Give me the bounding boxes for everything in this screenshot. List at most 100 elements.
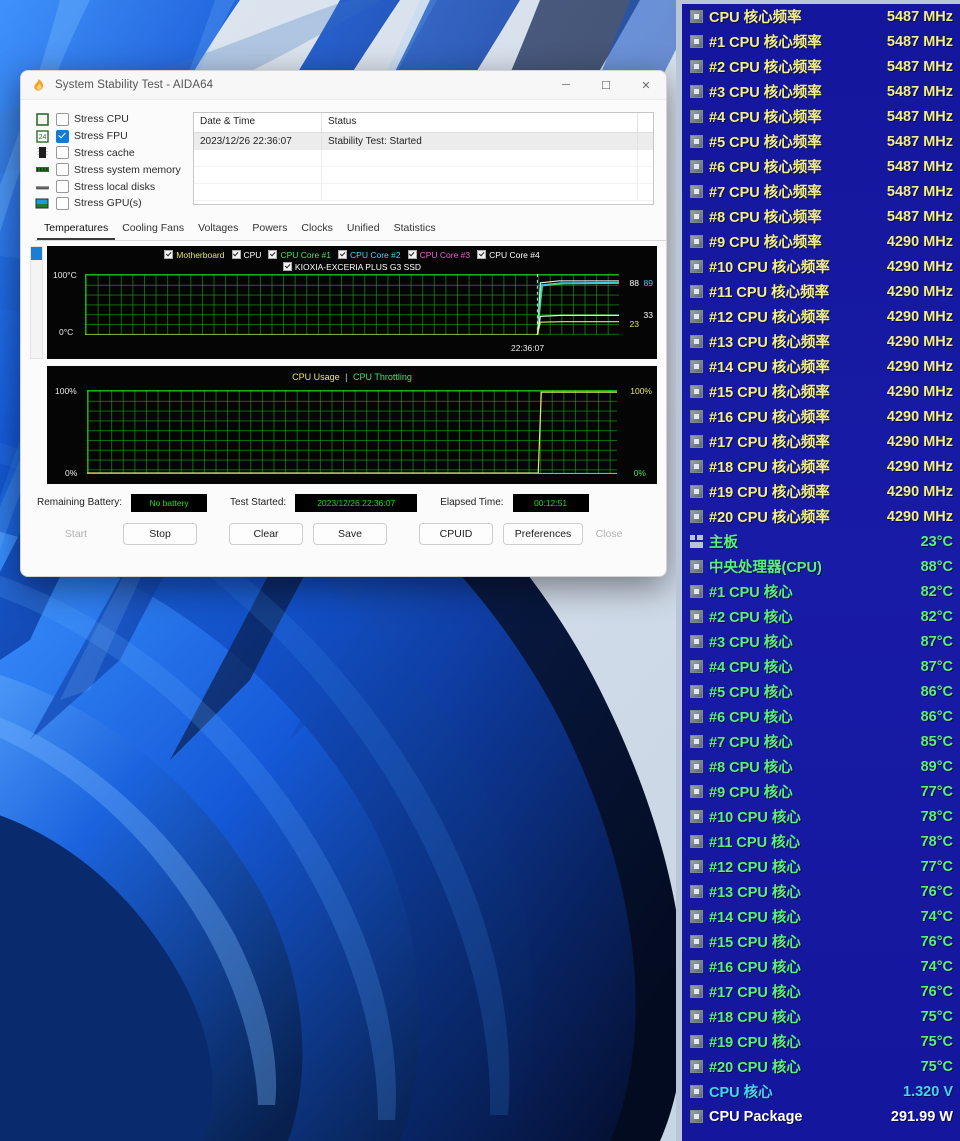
table-row[interactable]: 2023/12/26 22:36:07 Stability Test: Star…	[194, 133, 653, 150]
sensor-row[interactable]: #19 CPU 核心频率 4290 MHz	[682, 479, 960, 504]
sensor-row[interactable]: CPU 核心频率 5487 MHz	[682, 4, 960, 29]
cpu-usage-graph[interactable]: CPU Usage | CPU Throttling 100% 0% 100% …	[47, 365, 657, 484]
sensor-row[interactable]: #12 CPU 核心 77°C	[682, 854, 960, 879]
close-window-button[interactable]: ✕	[626, 71, 666, 99]
sensor-row[interactable]: CPU 核心 1.320 V	[682, 1079, 960, 1104]
stop-button[interactable]: Stop	[123, 522, 197, 545]
sensor-row[interactable]: 中央处理器(CPU) 88°C	[682, 554, 960, 579]
sensor-row[interactable]: #11 CPU 核心频率 4290 MHz	[682, 279, 960, 304]
button-bar[interactable]: Start Stop Clear Save CPUID Preferences …	[21, 512, 666, 545]
sensor-row[interactable]: #14 CPU 核心频率 4290 MHz	[682, 354, 960, 379]
sensor-row[interactable]: #1 CPU 核心 82°C	[682, 579, 960, 604]
tab-cooling-fans[interactable]: Cooling Fans	[115, 220, 191, 240]
sensor-row[interactable]: #6 CPU 核心 86°C	[682, 704, 960, 729]
window-titlebar[interactable]: System Stability Test - AIDA64 ─ ☐ ✕	[21, 71, 666, 100]
sensor-row[interactable]: #15 CPU 核心频率 4290 MHz	[682, 379, 960, 404]
clear-button[interactable]: Clear	[229, 522, 303, 545]
cpuid-button[interactable]: CPUID	[419, 522, 493, 545]
graph-tabs[interactable]: Temperatures Cooling Fans Voltages Power…	[35, 220, 666, 241]
sensor-row[interactable]: #6 CPU 核心频率 5487 MHz	[682, 154, 960, 179]
legend-ssd[interactable]: KIOXIA-EXCERIA PLUS G3 SSD	[282, 262, 421, 272]
sensor-row[interactable]: #13 CPU 核心频率 4290 MHz	[682, 329, 960, 354]
maximize-button[interactable]: ☐	[586, 71, 626, 99]
sensor-row[interactable]: #17 CPU 核心 76°C	[682, 979, 960, 1004]
sensor-row[interactable]: #3 CPU 核心频率 5487 MHz	[682, 79, 960, 104]
sensor-panel[interactable]: CPU 核心频率 5487 MHz #1 CPU 核心频率 5487 MHz #2 CP…	[676, 0, 960, 1141]
sensor-row[interactable]: #5 CPU 核心频率 5487 MHz	[682, 129, 960, 154]
sensor-row[interactable]: #9 CPU 核心 77°C	[682, 779, 960, 804]
temperature-graph[interactable]: Motherboard CPU CPU Core #1 CPU Core #2 …	[47, 245, 657, 359]
sensor-row[interactable]: #18 CPU 核心频率 4290 MHz	[682, 454, 960, 479]
stress-gpu-checkbox[interactable]	[56, 196, 69, 210]
sensor-row[interactable]: #2 CPU 核心 82°C	[682, 604, 960, 629]
graph-scrollbar[interactable]	[30, 245, 43, 359]
stress-disks-checkbox[interactable]	[56, 180, 69, 194]
sensor-row[interactable]: #7 CPU 核心 85°C	[682, 729, 960, 754]
system-stability-test-window[interactable]: System Stability Test - AIDA64 ─ ☐ ✕ Str…	[20, 70, 667, 577]
preferences-button[interactable]: Preferences	[503, 522, 583, 545]
sensor-row[interactable]: #5 CPU 核心 86°C	[682, 679, 960, 704]
graph-scrollbar-thumb[interactable]	[31, 246, 42, 260]
sensor-row[interactable]: #10 CPU 核心 78°C	[682, 804, 960, 829]
legend-checkbox[interactable]	[282, 262, 292, 272]
sensor-rows-container[interactable]: CPU 核心频率 5487 MHz #1 CPU 核心频率 5487 MHz #2 CP…	[682, 4, 960, 1141]
legend-checkbox[interactable]	[338, 250, 348, 260]
legend-checkbox[interactable]	[407, 250, 417, 260]
tab-clocks[interactable]: Clocks	[294, 220, 340, 240]
legend-cpu-core-4[interactable]: CPU Core #4	[477, 250, 540, 260]
stress-options-list[interactable]: Stress CPU 24 Stress FPU Stress cache St…	[21, 111, 185, 212]
sensor-row[interactable]: #15 CPU 核心 76°C	[682, 929, 960, 954]
sensor-row[interactable]: #19 CPU 核心 75°C	[682, 1029, 960, 1054]
sensor-row[interactable]: #1 CPU 核心频率 5487 MHz	[682, 29, 960, 54]
sensor-row[interactable]: #16 CPU 核心频率 4290 MHz	[682, 404, 960, 429]
sensor-row[interactable]: #20 CPU 核心 75°C	[682, 1054, 960, 1079]
sensor-row[interactable]: #2 CPU 核心频率 5487 MHz	[682, 54, 960, 79]
tab-statistics[interactable]: Statistics	[387, 220, 443, 240]
tab-temperatures[interactable]: Temperatures	[37, 220, 116, 240]
temp-graph-legend[interactable]: Motherboard CPU CPU Core #1 CPU Core #2 …	[47, 246, 657, 260]
temp-graph-legend-row2[interactable]: KIOXIA-EXCERIA PLUS G3 SSD	[47, 260, 657, 272]
sensor-row[interactable]: #17 CPU 核心频率 4290 MHz	[682, 429, 960, 454]
stress-memory-checkbox[interactable]	[56, 163, 69, 177]
legend-checkbox[interactable]	[268, 250, 278, 260]
sensor-row[interactable]: #3 CPU 核心 87°C	[682, 629, 960, 654]
sensor-row[interactable]: CPU Package 291.99 W	[682, 1104, 960, 1129]
stress-option-cpu[interactable]: Stress CPU	[35, 111, 185, 128]
sensor-row[interactable]: #20 CPU 核心频率 4290 MHz	[682, 504, 960, 529]
sensor-row[interactable]: #10 CPU 核心频率 4290 MHz	[682, 254, 960, 279]
legend-checkbox[interactable]	[164, 250, 174, 260]
stability-log-table[interactable]: Date & Time Status 2023/12/26 22:36:07 S…	[193, 112, 654, 205]
window-controls[interactable]: ─ ☐ ✕	[546, 71, 666, 99]
sensor-row[interactable]: #14 CPU 核心 74°C	[682, 904, 960, 929]
sensor-row[interactable]: #8 CPU 核心 89°C	[682, 754, 960, 779]
sensor-row[interactable]: #8 CPU 核心频率 5487 MHz	[682, 204, 960, 229]
stress-option-fpu[interactable]: 24 Stress FPU	[35, 128, 185, 145]
sensor-row[interactable]: #13 CPU 核心 76°C	[682, 879, 960, 904]
tab-voltages[interactable]: Voltages	[191, 220, 245, 240]
sensor-row[interactable]: #16 CPU 核心 74°C	[682, 954, 960, 979]
legend-cpu-core-1[interactable]: CPU Core #1	[268, 250, 331, 260]
legend-cpu[interactable]: CPU	[231, 250, 261, 260]
legend-cpu-core-2[interactable]: CPU Core #2	[338, 250, 401, 260]
sensor-row[interactable]: #7 CPU 核心频率 5487 MHz	[682, 179, 960, 204]
stress-option-disks[interactable]: Stress local disks	[35, 178, 185, 195]
tab-unified[interactable]: Unified	[340, 220, 387, 240]
start-button[interactable]: Start	[39, 523, 113, 545]
legend-checkbox[interactable]	[477, 250, 487, 260]
stress-cpu-checkbox[interactable]	[56, 112, 69, 126]
minimize-button[interactable]: ─	[546, 71, 586, 99]
tab-powers[interactable]: Powers	[245, 220, 294, 240]
sensor-row[interactable]: #4 CPU 核心频率 5487 MHz	[682, 104, 960, 129]
stress-option-memory[interactable]: Stress system memory	[35, 161, 185, 178]
sensor-row[interactable]: #18 CPU 核心 75°C	[682, 1004, 960, 1029]
stress-option-cache[interactable]: Stress cache	[35, 145, 185, 162]
stress-fpu-checkbox[interactable]	[56, 129, 69, 143]
stress-option-gpu[interactable]: Stress GPU(s)	[35, 195, 185, 212]
sensor-row[interactable]: #4 CPU 核心 87°C	[682, 654, 960, 679]
sensor-row[interactable]: #12 CPU 核心频率 4290 MHz	[682, 304, 960, 329]
sensor-row[interactable]: #9 CPU 核心频率 4290 MHz	[682, 229, 960, 254]
legend-checkbox[interactable]	[231, 250, 241, 260]
save-button[interactable]: Save	[313, 522, 387, 545]
legend-cpu-core-3[interactable]: CPU Core #3	[407, 250, 470, 260]
stress-cache-checkbox[interactable]	[56, 146, 69, 160]
